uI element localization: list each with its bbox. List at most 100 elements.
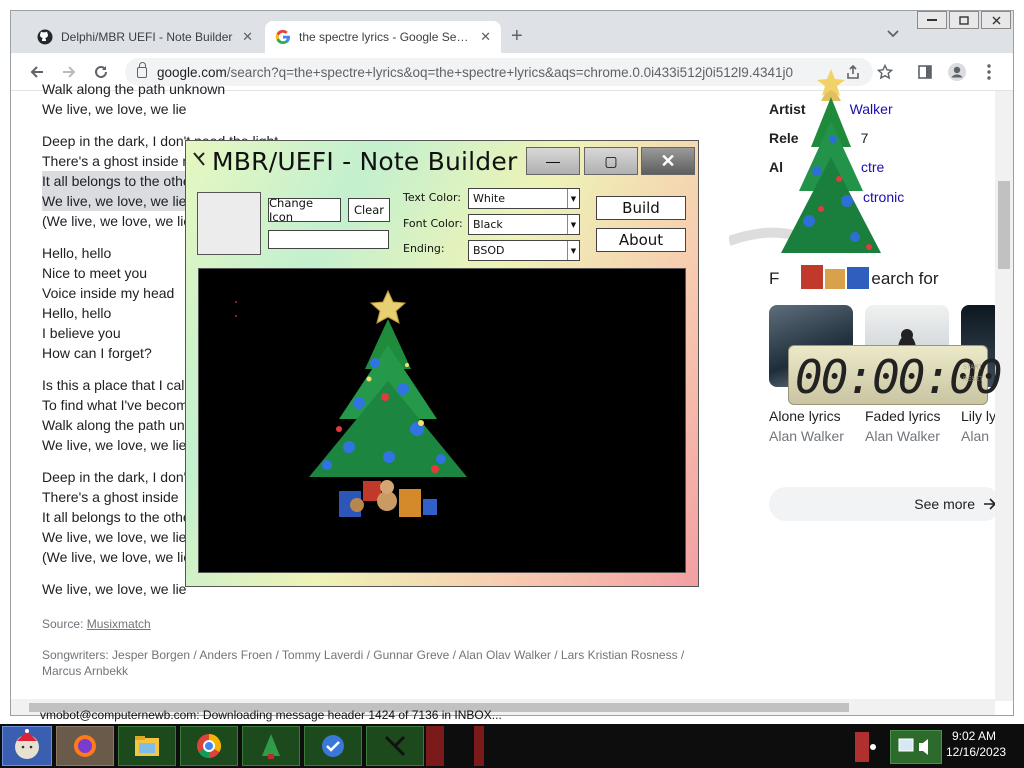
source-label: Source:: [42, 617, 84, 631]
lyric-line: Hello, hello: [42, 245, 112, 261]
menu-kebab-icon[interactable]: [977, 61, 1001, 83]
tab-title: Delphi/MBR UEFI - Note Builder: [61, 30, 233, 44]
clear-button[interactable]: Clear: [348, 198, 390, 222]
thumb-title[interactable]: Alone lyrics: [769, 408, 841, 424]
font-color-value: Black: [473, 218, 503, 231]
chevron-down-icon[interactable]: ▼: [567, 241, 579, 260]
songwriters: Songwriters: Jesper Borgen / Anders Froe…: [42, 648, 685, 678]
app-close-button[interactable]: ✕: [641, 147, 695, 175]
window-close-button[interactable]: [981, 11, 1011, 29]
tray-dot-icon: [870, 744, 876, 750]
tab-note-builder[interactable]: Delphi/MBR UEFI - Note Builder ✕: [27, 21, 263, 53]
lyric-line: How can I forget?: [42, 345, 152, 361]
lyric-line: To find what I've become: [42, 397, 196, 413]
lyric-line: We live, we love, we lie: [42, 437, 187, 453]
app-icon: [192, 151, 206, 172]
start-button[interactable]: [2, 726, 52, 766]
thumb-title[interactable]: Faded lyrics: [865, 408, 940, 424]
taskbar: 9:02 AM 12/16/2023: [0, 724, 1024, 768]
source-link[interactable]: Musixmatch: [87, 617, 151, 631]
christmas-tree-image: [235, 289, 467, 517]
thumb-artist: Alan: [961, 428, 990, 444]
github-icon: [37, 29, 53, 45]
window-maximize-button[interactable]: [949, 11, 979, 29]
font-color-select[interactable]: Black ▼: [468, 214, 580, 235]
system-clock[interactable]: 9:02 AM 12/16/2023: [946, 728, 1007, 760]
lock-icon: [137, 61, 147, 78]
lyric-line: Walk along the path un: [42, 417, 185, 433]
chevron-down-icon[interactable]: ▼: [567, 215, 579, 234]
see-more-label: See more: [914, 496, 975, 512]
lyric-line: Hello, hello: [42, 305, 112, 321]
icon-preview: [197, 192, 261, 255]
tab-title: the spectre lyrics - Google Search: [299, 30, 473, 44]
christmas-tree-gadget[interactable]: [727, 61, 939, 301]
thumb-artist: Alan Walker: [865, 428, 940, 444]
tab-close-icon[interactable]: ✕: [480, 29, 491, 45]
see-more-button[interactable]: See more: [769, 487, 1001, 521]
build-button[interactable]: Build: [596, 196, 686, 220]
lyric-line: There's a ghost inside me: [42, 153, 202, 169]
thumb-artist: Alan Walker: [769, 428, 844, 444]
firefox-taskbar-icon[interactable]: [56, 726, 114, 766]
tab-bar: Delphi/MBR UEFI - Note Builder ✕ the spe…: [11, 11, 1013, 53]
app-title: MBR/UEFI - Note Builder: [212, 147, 518, 176]
chevron-down-icon[interactable]: ▼: [567, 189, 579, 208]
text-color-label: Text Color:: [403, 191, 461, 204]
window-minimize-button[interactable]: [917, 11, 947, 29]
lyric-line: I believe you: [42, 325, 121, 341]
app-maximize-button[interactable]: ▢: [584, 147, 638, 175]
lyric-line: Nice to meet you: [42, 265, 148, 281]
lyric-line: We live, we love, we lie: [42, 191, 187, 211]
change-icon-button[interactable]: Change Icon: [268, 196, 341, 224]
clock-time: 9:02 AM: [951, 729, 997, 743]
google-icon: [275, 29, 291, 45]
text-color-value: White: [473, 192, 505, 205]
tree-app-taskbar-icon[interactable]: [242, 726, 300, 766]
note-builder-window: MBR/UEFI - Note Builder — ▢ ✕ Change Ico…: [185, 140, 699, 587]
timer-reset[interactable]: RESET: [963, 374, 983, 386]
thumb-title[interactable]: Lily ly: [961, 408, 996, 424]
tray-item[interactable]: [855, 732, 869, 762]
preview-canvas: [198, 268, 686, 573]
timer-controls[interactable]: START RESET: [963, 362, 983, 386]
scrollbar-thumb[interactable]: [998, 181, 1010, 269]
new-tab-button[interactable]: +: [511, 25, 523, 48]
lyric-line: We live, we love, we lie: [42, 529, 187, 545]
app-minimize-button[interactable]: —: [526, 147, 580, 175]
notification-text: vmobot@computernewb.com: Downloading mes…: [40, 708, 502, 722]
ending-label: Ending:: [403, 242, 445, 255]
profile-avatar-icon[interactable]: [945, 61, 969, 83]
clock-date: 12/16/2023: [946, 745, 1007, 759]
font-color-label: Font Color:: [403, 217, 463, 230]
lyric-line: It all belongs to the other: [42, 509, 196, 525]
url-text: google.com/search?q=the+spectre+lyrics&o…: [157, 64, 794, 80]
lyric-line: We live, we love, we lie: [42, 581, 187, 597]
tab-close-icon[interactable]: ✕: [242, 29, 253, 45]
note-builder-taskbar-icon[interactable]: [366, 726, 424, 766]
taskbar-item[interactable]: [474, 726, 484, 766]
icon-path-field[interactable]: [268, 230, 389, 249]
system-tray[interactable]: [890, 730, 942, 764]
ending-select[interactable]: BSOD ▼: [468, 240, 580, 261]
about-button[interactable]: About: [596, 228, 686, 252]
timer-start[interactable]: START: [963, 362, 983, 374]
tab-search-button[interactable]: [887, 27, 899, 41]
lyric-line: (We live, we love, we lie): [42, 213, 196, 229]
lyric-line: (We live, we love, we lie): [42, 549, 196, 565]
lyric-line: Walk along the path unknown: [42, 81, 226, 97]
lyric-line: There's a ghost inside: [42, 489, 179, 505]
timer-gadget[interactable]: 00:00:00 START RESET: [788, 345, 1003, 405]
chrome-taskbar-icon[interactable]: [180, 726, 238, 766]
tab-google-search[interactable]: the spectre lyrics - Google Search ✕: [265, 21, 501, 53]
lyric-line: Voice inside my head: [42, 285, 175, 301]
lyrics-source: Source: Musixmatch: [42, 614, 151, 634]
lyric-line: Deep in the dark, I don't: [42, 469, 191, 485]
taskbar-item[interactable]: [426, 726, 444, 766]
ending-value: BSOD: [473, 244, 505, 257]
text-color-select[interactable]: White ▼: [468, 188, 580, 209]
lyric-line: We live, we love, we lie: [42, 101, 187, 117]
file-explorer-taskbar-icon[interactable]: [118, 726, 176, 766]
mail-taskbar-icon[interactable]: [304, 726, 362, 766]
lyric-line: Is this a place that I call: [42, 377, 188, 393]
